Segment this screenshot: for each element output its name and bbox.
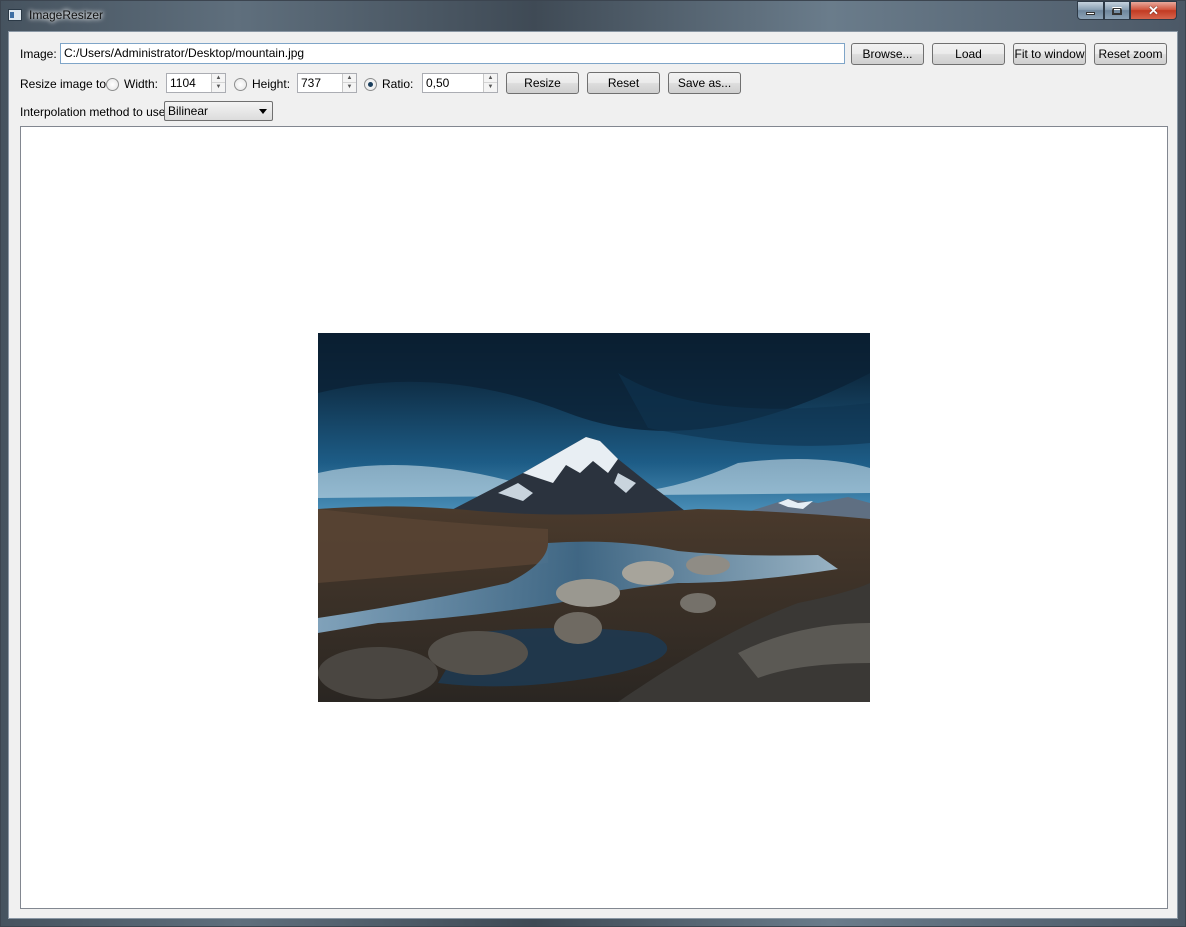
mountain-landscape-photo: [318, 333, 870, 702]
ratio-label: Ratio:: [382, 77, 414, 91]
minimize-button[interactable]: [1077, 1, 1104, 20]
ratio-radio[interactable]: [364, 78, 377, 91]
resize-button[interactable]: Resize: [506, 72, 579, 94]
ratio-value: 0,50: [426, 76, 450, 90]
height-label: Height:: [252, 77, 291, 91]
width-value: 1104: [170, 76, 196, 90]
height-value: 737: [301, 76, 322, 90]
width-up-arrow-icon[interactable]: ▲: [212, 74, 225, 83]
image-path-input[interactable]: C:/Users/Administrator/Desktop/mountain.…: [60, 43, 845, 64]
width-radio[interactable]: [106, 78, 119, 91]
width-spin-arrows: ▲ ▼: [211, 74, 225, 92]
resize-label: Resize image to:: [20, 77, 110, 91]
image-label: Image:: [20, 47, 57, 61]
minimize-icon: [1086, 12, 1095, 15]
maximize-button[interactable]: [1104, 1, 1130, 20]
browse-button[interactable]: Browse...: [851, 43, 924, 65]
reset-button[interactable]: Reset: [587, 72, 660, 94]
ratio-down-arrow-icon[interactable]: ▼: [484, 83, 497, 92]
image-viewport[interactable]: [20, 126, 1168, 909]
main-panel: Image: C:/Users/Administrator/Desktop/mo…: [8, 31, 1178, 919]
width-down-arrow-icon[interactable]: ▼: [212, 83, 225, 92]
close-button[interactable]: ✕: [1130, 1, 1177, 20]
app-window: ImageResizer ✕ Image: C:/Users/Administr…: [0, 0, 1186, 927]
app-icon[interactable]: [8, 9, 22, 21]
height-up-arrow-icon[interactable]: ▲: [343, 74, 356, 83]
height-down-arrow-icon[interactable]: ▼: [343, 83, 356, 92]
ratio-spin-arrows: ▲ ▼: [483, 74, 497, 92]
chevron-down-icon: [259, 109, 267, 114]
close-icon: ✕: [1148, 2, 1159, 18]
ratio-up-arrow-icon[interactable]: ▲: [484, 74, 497, 83]
width-label: Width:: [124, 77, 159, 91]
window-controls: ✕: [1077, 1, 1177, 20]
ratio-spinbox[interactable]: 0,50 ▲ ▼: [422, 73, 498, 93]
interpolation-select[interactable]: Bilinear: [164, 101, 273, 121]
fit-to-window-button[interactable]: Fit to window: [1013, 43, 1086, 65]
window-title: ImageResizer: [29, 8, 104, 22]
height-radio[interactable]: [234, 78, 247, 91]
interpolation-selected-value: Bilinear: [168, 104, 209, 118]
load-button[interactable]: Load: [932, 43, 1005, 65]
save-as-button[interactable]: Save as...: [668, 72, 741, 94]
interpolation-label: Interpolation method to use:: [20, 105, 169, 119]
height-spinbox[interactable]: 737 ▲ ▼: [297, 73, 357, 93]
height-spin-arrows: ▲ ▼: [342, 74, 356, 92]
width-spinbox[interactable]: 1104 ▲ ▼: [166, 73, 226, 93]
maximize-icon: [1112, 6, 1122, 15]
title-bar[interactable]: ImageResizer ✕: [1, 1, 1185, 30]
reset-zoom-button[interactable]: Reset zoom: [1094, 43, 1167, 65]
